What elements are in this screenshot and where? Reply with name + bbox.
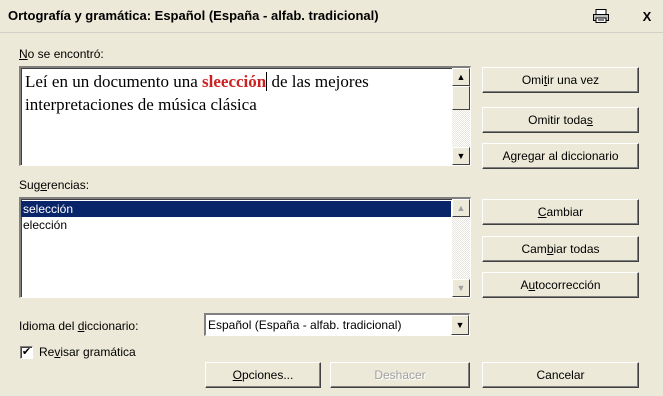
- misspelled-word: sleección: [202, 72, 268, 91]
- scroll-up-icon[interactable]: ▲: [452, 199, 470, 217]
- ignore-all-button[interactable]: Omitir toda s: [482, 107, 639, 133]
- suggestions-scrollbar[interactable]: ▲ ▼: [452, 199, 470, 297]
- close-icon[interactable]: X: [636, 6, 658, 26]
- scroll-thumb[interactable]: [452, 86, 470, 110]
- cancel-button[interactable]: Cancelar: [482, 362, 639, 388]
- dictionary-language-label: Idioma del diccionario:: [19, 319, 139, 333]
- undo-button[interactable]: Deshacer: [330, 362, 470, 388]
- dictionary-language-select[interactable]: Español (España - alfab. tradicional) ▼: [204, 313, 470, 336]
- scroll-up-icon[interactable]: ▲: [452, 68, 470, 86]
- scroll-down-icon[interactable]: ▼: [452, 279, 470, 297]
- suggestion-item[interactable]: elección: [21, 217, 451, 233]
- scroll-down-icon[interactable]: ▼: [452, 147, 470, 165]
- ignore-once-button[interactable]: Omi t ir una vez: [482, 67, 639, 93]
- chevron-down-icon[interactable]: ▼: [451, 315, 469, 335]
- context-text: Leí en un documento una sleección de las…: [25, 72, 369, 114]
- add-to-dictionary-button[interactable]: Ag regar al diccionario: [482, 143, 639, 169]
- not-found-textbox[interactable]: Leí en un documento una sleección de las…: [19, 66, 471, 166]
- printer-icon[interactable]: [590, 6, 612, 26]
- change-all-button[interactable]: Cam b iar todas: [482, 236, 639, 262]
- context-scrollbar[interactable]: ▲ ▼: [452, 68, 470, 165]
- check-grammar-label: Revisar gramática: [39, 345, 136, 359]
- check-grammar-checkbox[interactable]: ✔: [20, 346, 33, 359]
- options-button[interactable]: Opciones...: [205, 362, 321, 388]
- suggestion-item[interactable]: selección: [21, 201, 451, 217]
- suggestions-label: Sugerencias:: [19, 178, 90, 192]
- title-bar: Ortografía y gramática: Español (España …: [0, 0, 663, 33]
- change-button[interactable]: Cambiar: [482, 199, 639, 225]
- window-title: Ortografía y gramática: Español (España …: [8, 8, 379, 23]
- suggestions-list[interactable]: selección elección ▲ ▼: [19, 197, 471, 298]
- dictionary-language-value: Español (España - alfab. tradicional): [208, 318, 402, 332]
- autocorrect-button[interactable]: Au tocorrección: [482, 272, 639, 298]
- not-found-label: No se encontró:: [19, 47, 104, 61]
